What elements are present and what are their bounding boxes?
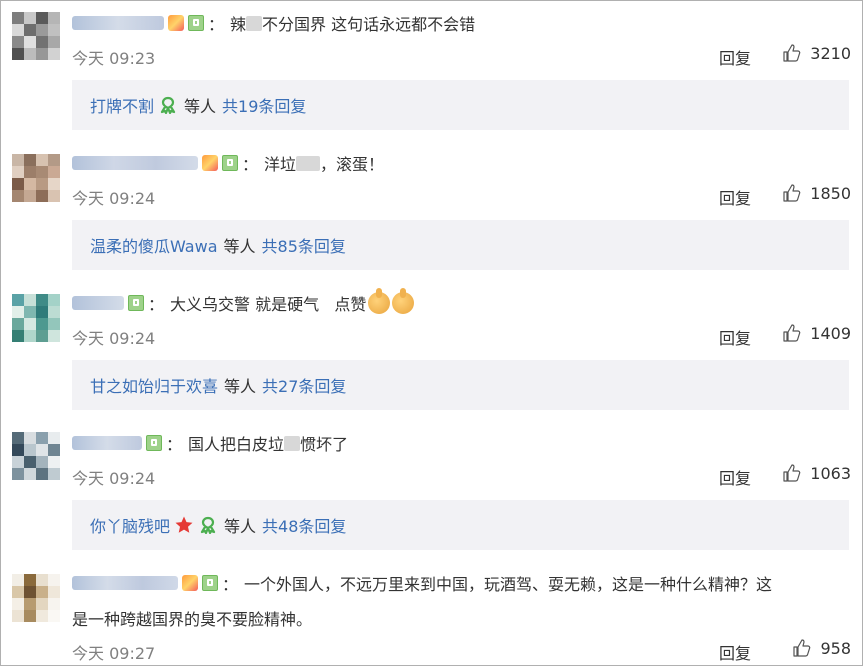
comment-text: 惯坏了 [300, 435, 349, 454]
comment-time: 今天 09:27 [72, 644, 156, 663]
reply-others-label: 等人 [223, 237, 256, 256]
member-badge-icon [146, 435, 162, 451]
thumbs-up-emoji-icon [368, 288, 391, 314]
flag-badge-icon [168, 15, 184, 31]
comment-text-line: ： 洋垃 ，滚蛋！ [72, 150, 384, 176]
like-count: 1850 [810, 183, 851, 203]
username-blurred[interactable] [72, 16, 164, 30]
member-badge-icon [222, 155, 238, 171]
reply-count-link[interactable]: 共48条回复 [262, 513, 346, 537]
reply-button[interactable]: 回复 [719, 465, 751, 489]
like-button[interactable]: 1063 [782, 463, 851, 483]
comment-text: ，滚蛋！ [320, 155, 385, 174]
username-blurred[interactable] [72, 296, 124, 310]
comment-text: 洋垃 [264, 155, 297, 174]
reply-count-link[interactable]: 共85条回复 [262, 233, 346, 257]
reply-others-label: 等人 [224, 517, 257, 536]
avatar[interactable] [12, 574, 60, 622]
redacted-word [284, 435, 301, 451]
thumbs-up-icon [783, 44, 801, 62]
comment-text-line: ： 一个外国人，不远万里来到中国，玩酒驾、耍无赖，这是一种什么精神？这 [72, 570, 772, 596]
reply-button[interactable]: 回复 [719, 325, 751, 349]
thumbs-up-icon [783, 184, 801, 202]
green-ribbon-icon [160, 96, 176, 114]
reply-others-label: 等人 [184, 97, 217, 116]
avatar[interactable] [12, 12, 60, 60]
thumbs-up-icon [783, 324, 801, 342]
reply-username[interactable]: 打牌不割 [90, 93, 154, 117]
red-star-icon [175, 516, 193, 533]
member-badge-icon [128, 295, 144, 311]
comment-time: 今天 09:23 [72, 49, 156, 68]
comment-time: 今天 09:24 [72, 329, 156, 348]
avatar[interactable] [12, 154, 60, 202]
member-badge-icon [188, 15, 204, 31]
reply-username[interactable]: 甘之如饴归于欢喜 [90, 373, 218, 397]
like-count: 1409 [810, 323, 851, 343]
comment-text: 大义乌交警 就是硬气 点赞 [170, 295, 367, 314]
reply-others-label: 等人 [224, 377, 257, 396]
like-count: 958 [820, 638, 851, 658]
thumbs-up-emoji-icon [392, 288, 415, 314]
comment-text-continued: 是一种跨越国界的臭不要脸精神。 [72, 610, 313, 629]
reply-button[interactable]: 回复 [719, 640, 751, 664]
reply-preview[interactable]: 打牌不割 等人 共19条回复 [72, 80, 849, 130]
reply-username[interactable]: 你丫脑残吧 [90, 513, 170, 537]
comment-text: 国人把白皮垃 [188, 435, 285, 454]
thumbs-up-icon [793, 639, 811, 657]
reply-count-link[interactable]: 共27条回复 [262, 373, 346, 397]
flag-badge-icon [182, 575, 198, 591]
avatar[interactable] [12, 432, 60, 480]
redacted-word [296, 155, 321, 171]
comment-text-line: ： 大义乌交警 就是硬气 点赞 [72, 288, 415, 316]
comment-text: 一个外国人，不远万里来到中国，玩酒驾、耍无赖，这是一种什么精神？这 [244, 575, 773, 594]
comment-text: 辣 [230, 15, 247, 34]
like-count: 1063 [810, 463, 851, 483]
comment-text: 不分国界 这句话永远都不会错 [262, 15, 476, 34]
reply-count-link[interactable]: 共19条回复 [222, 93, 306, 117]
username-blurred[interactable] [72, 156, 198, 170]
like-button[interactable]: 958 [792, 638, 851, 658]
reply-preview[interactable]: 甘之如饴归于欢喜 等人 共27条回复 [72, 360, 849, 410]
reply-preview[interactable]: 温柔的傻瓜Wawa 等人 共85条回复 [72, 220, 849, 270]
like-button[interactable]: 1850 [782, 183, 851, 203]
comment-time: 今天 09:24 [72, 189, 156, 208]
comment-time: 今天 09:24 [72, 469, 156, 488]
reply-preview[interactable]: 你丫脑残吧 等人 共48条回复 [72, 500, 849, 550]
redacted-word [246, 15, 263, 31]
comment-text-line: ： 辣 不分国界 这句话永远都不会错 [72, 10, 475, 36]
reply-username[interactable]: 温柔的傻瓜Wawa [90, 233, 218, 257]
thumbs-up-icon [783, 464, 801, 482]
flag-badge-icon [202, 155, 218, 171]
green-ribbon-icon [200, 516, 216, 534]
reply-button[interactable]: 回复 [719, 185, 751, 209]
member-badge-icon [202, 575, 218, 591]
reply-button[interactable]: 回复 [719, 45, 751, 69]
like-count: 3210 [810, 43, 851, 63]
username-blurred[interactable] [72, 576, 178, 590]
like-button[interactable]: 1409 [782, 323, 851, 343]
like-button[interactable]: 3210 [782, 43, 851, 63]
comment-text-line: ： 国人把白皮垃 惯坏了 [72, 430, 348, 456]
username-blurred[interactable] [72, 436, 142, 450]
avatar[interactable] [12, 294, 60, 342]
